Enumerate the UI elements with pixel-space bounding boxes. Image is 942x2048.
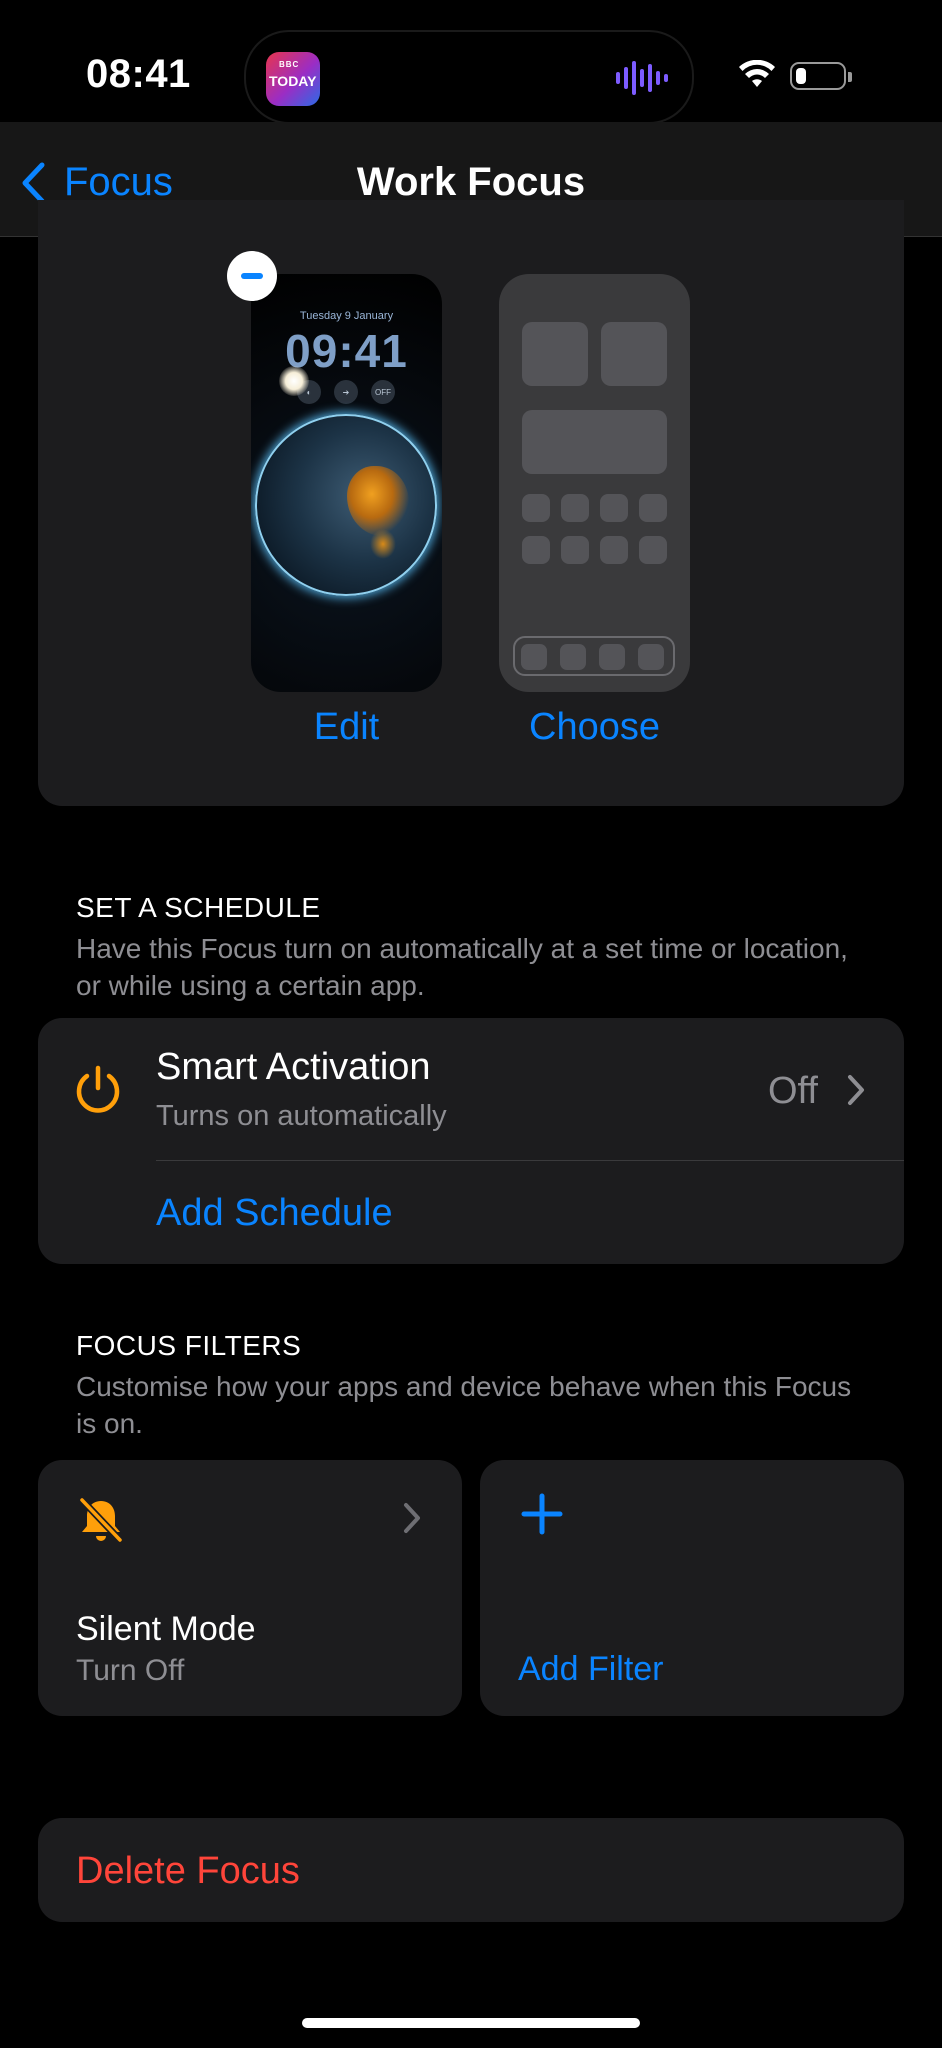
lock-widget: ➔ [334, 380, 358, 404]
chevron-right-icon [848, 1075, 864, 1105]
delete-focus-label: Delete Focus [76, 1850, 300, 1892]
dynamic-island[interactable]: BBC TODAY [244, 30, 694, 124]
widget-placeholder [522, 322, 588, 386]
smart-activation-title[interactable]: Smart Activation [156, 1046, 431, 1089]
app-placeholder [600, 494, 628, 522]
widget-placeholder [522, 410, 667, 474]
wallpaper-card [38, 200, 904, 806]
status-time: 08:41 [86, 52, 191, 96]
smart-activation-subtitle: Turns on automatically [156, 1100, 447, 1132]
minus-icon [241, 273, 263, 279]
app-placeholder [522, 536, 550, 564]
lock-time: 09:41 [285, 325, 408, 377]
app-placeholder [600, 536, 628, 564]
filters-section-header: FOCUS FILTERS [76, 1330, 302, 1361]
live-activity-app-icon: BBC TODAY [266, 52, 320, 106]
choose-home-screen-button[interactable]: Choose [499, 706, 690, 749]
battery-icon [790, 62, 852, 90]
filters-section-description: Customise how your apps and device behav… [76, 1371, 852, 1439]
sun-glare [279, 366, 309, 396]
lock-date: Tuesday 9 January [299, 310, 394, 322]
add-filter-label: Add Filter [518, 1650, 664, 1688]
app-placeholder [561, 494, 589, 522]
home-screen-preview[interactable] [499, 274, 690, 692]
silent-mode-title: Silent Mode [76, 1610, 256, 1648]
wifi-icon [739, 60, 775, 87]
edit-lock-screen-button[interactable]: Edit [251, 706, 442, 749]
waveform-icon [616, 60, 668, 96]
plus-icon [521, 1493, 563, 1535]
chevron-right-icon [404, 1503, 420, 1533]
app-placeholder [639, 494, 667, 522]
smart-activation-value[interactable]: Off [768, 1070, 818, 1113]
power-icon [76, 1065, 120, 1113]
earth-wallpaper [255, 414, 437, 596]
app-placeholder [639, 536, 667, 564]
row-divider [156, 1160, 904, 1161]
lock-widget-off: OFF [371, 380, 395, 404]
silent-mode-subtitle: Turn Off [76, 1654, 185, 1687]
page-title: Work Focus [356, 160, 586, 204]
lock-screen-preview[interactable]: Tuesday 9 January 09:41 ◐ ➔ OFF [251, 274, 442, 692]
app-placeholder [522, 494, 550, 522]
schedule-section-header: SET A SCHEDULE [76, 892, 321, 923]
app-placeholder [561, 536, 589, 564]
dock-placeholder [513, 636, 675, 676]
schedule-section-description: Have this Focus turn on automatically at… [76, 933, 848, 1001]
home-indicator[interactable] [302, 2018, 640, 2028]
widget-placeholder [601, 322, 667, 386]
add-schedule-button[interactable]: Add Schedule [156, 1192, 393, 1235]
bell-slash-icon [78, 1496, 124, 1544]
remove-wallpaper-button[interactable] [227, 251, 277, 301]
